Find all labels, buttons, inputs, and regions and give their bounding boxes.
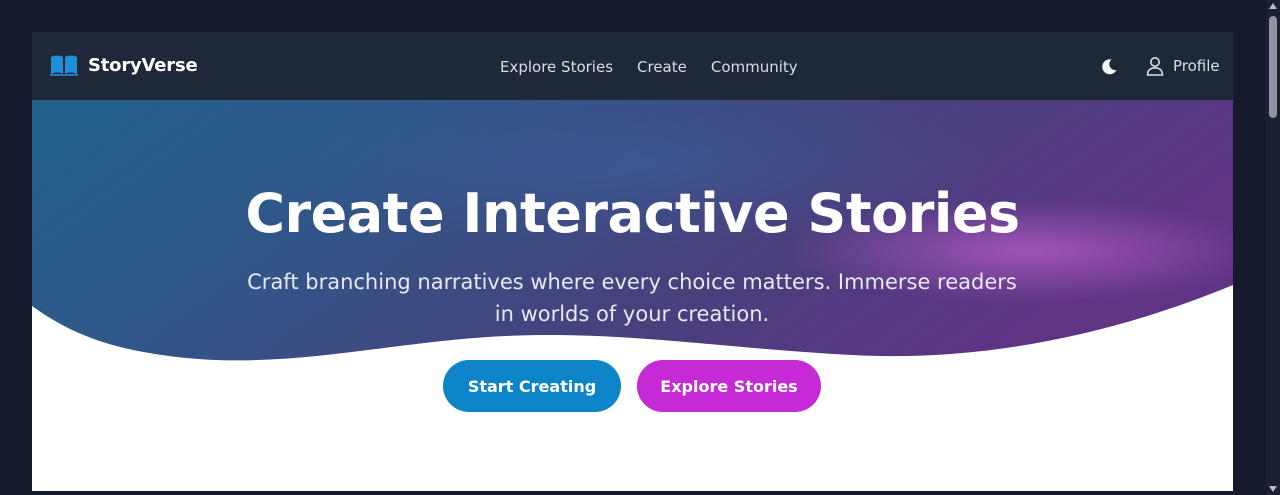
scroll-thumb[interactable]: [1269, 16, 1277, 118]
app-window: StoryVerse Explore Stories Create Commun…: [32, 32, 1233, 491]
main-nav: Explore Stories Create Community: [500, 58, 822, 76]
profile-label: Profile: [1173, 57, 1220, 75]
page-scrollbar[interactable]: [1266, 0, 1280, 495]
scroll-down-arrow-icon[interactable]: [1269, 486, 1277, 492]
brand-name: StoryVerse: [88, 54, 198, 76]
scroll-up-arrow-icon[interactable]: [1269, 3, 1277, 9]
explore-stories-button[interactable]: Explore Stories: [637, 360, 821, 412]
nav-link-community[interactable]: Community: [711, 58, 798, 76]
hero-title: Create Interactive Stories: [245, 182, 1020, 245]
profile-button[interactable]: Profile: [1145, 56, 1220, 76]
user-icon: [1146, 57, 1164, 76]
open-book-icon: [50, 55, 78, 76]
nav-link-explore-stories[interactable]: Explore Stories: [500, 58, 613, 76]
hero-subtitle: Craft branching narratives where every c…: [247, 270, 1017, 326]
top-navbar: StoryVerse Explore Stories Create Commun…: [32, 32, 1233, 100]
start-creating-button[interactable]: Start Creating: [443, 360, 621, 412]
brand-logo[interactable]: StoryVerse: [50, 54, 198, 76]
nav-link-create[interactable]: Create: [637, 58, 687, 76]
hero-section: Create Interactive Stories Craft branchi…: [32, 100, 1233, 491]
moon-icon[interactable]: [1100, 58, 1118, 76]
